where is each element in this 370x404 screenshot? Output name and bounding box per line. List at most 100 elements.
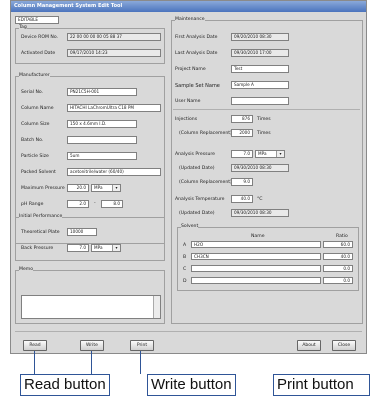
sample-set-field[interactable]: Sample A [231, 81, 289, 89]
injections-label: Injections [175, 117, 198, 122]
solvent-ratio-field[interactable]: 0.0 [323, 277, 353, 284]
activated-date-label: Activated Date [21, 51, 56, 56]
chevron-down-icon: ▾ [276, 151, 284, 157]
ph-separator: - [94, 201, 96, 206]
back-pressure-unit: MPa [94, 245, 103, 250]
solvent-ratio-field[interactable]: 40.0 [323, 253, 353, 260]
column-replacement-unit: Times [257, 131, 271, 136]
ph-from-field[interactable]: 2.0 [67, 200, 89, 208]
read-callout-line [34, 351, 35, 374]
solvent-ratio-field[interactable]: 60.0 [323, 241, 353, 248]
chevron-down-icon: ▾ [112, 185, 120, 191]
first-analysis-label: First Analysis Date [175, 35, 218, 40]
memo-textarea[interactable] [21, 295, 161, 319]
analysis-pressure-unit-select[interactable]: MPa ▾ [255, 150, 285, 158]
max-pressure-field[interactable]: 20.0 [67, 184, 89, 192]
bottom-divider [15, 331, 362, 332]
sample-set-label: Sample Set Name [175, 83, 220, 89]
analysis-temperature-label: Analysis Temperature [175, 197, 225, 202]
activated-date-field: 09/17/2010 14:23 [67, 49, 161, 57]
solvent-row-letter: D [183, 279, 187, 284]
solvent-ratio-field[interactable]: 0.0 [323, 265, 353, 272]
solvent-ratio-header: Ratio [336, 234, 348, 239]
about-button[interactable]: About [297, 340, 321, 351]
first-analysis-field: 09/20/2010 08:30 [231, 33, 289, 41]
memo-scrollbar[interactable] [153, 296, 160, 318]
tag-group-title: Tag [19, 25, 27, 30]
edit-tool-window: Column Management System Edit Tool EDITA… [10, 0, 367, 354]
close-button[interactable]: Close [332, 340, 356, 351]
write-button[interactable]: Write [80, 340, 104, 351]
serial-label: Serial No. [21, 90, 44, 95]
project-name-field[interactable]: Test [231, 65, 289, 73]
back-pressure-field[interactable]: 7.0 [67, 244, 89, 252]
injections-unit: Times [257, 117, 271, 122]
device-rom-label: Device ROM No. [21, 35, 59, 40]
pressure-column-replacement-label: (Column Replacement) [179, 180, 232, 185]
ph-to-field[interactable]: 8.0 [101, 200, 123, 208]
solvent-row-letter: B [183, 255, 187, 260]
maintenance-title: Maintenance [175, 17, 205, 22]
write-button-callout: Write button [147, 374, 236, 396]
batch-label: Batch No. [21, 138, 44, 143]
theoretical-plate-field[interactable]: 10000 [67, 228, 97, 236]
column-size-label: Column Size [21, 122, 50, 127]
solvent-name-header: Name [251, 234, 265, 239]
max-pressure-unit-select[interactable]: MPa ▾ [91, 184, 121, 192]
particle-size-field[interactable]: 5um [67, 152, 137, 160]
temperature-updated-label: (Updated Date) [179, 211, 215, 216]
device-rom-field: 22 00 00 00 00 05 88 37 [67, 33, 161, 41]
column-size-field[interactable]: 150 x 4.6mm I.D. [67, 120, 137, 128]
theoretical-plate-label: Theoretical Plate [21, 230, 60, 235]
column-replacement-field[interactable]: 2000 [231, 129, 253, 137]
column-name-field[interactable]: HITACHI LaChromUltra C18 PM [67, 104, 161, 112]
read-button[interactable]: Read [23, 340, 47, 351]
solvent-row-letter: A [183, 243, 187, 248]
project-name-label: Project Name [175, 67, 206, 72]
analysis-pressure-label: Analysis Pressure [175, 152, 216, 157]
user-name-field[interactable] [231, 97, 289, 105]
analysis-pressure-unit: MPa [258, 151, 267, 156]
chevron-down-icon: ▾ [112, 245, 120, 251]
back-pressure-label: Back Pressure [21, 246, 54, 251]
print-button-callout: Print button [273, 374, 370, 396]
column-name-label: Column Name [21, 106, 54, 111]
injections-field[interactable]: 876 [231, 115, 253, 123]
particle-size-label: Particle Size [21, 154, 49, 159]
user-name-label: User Name [175, 99, 201, 104]
solvent-name-field[interactable] [191, 277, 321, 284]
temperature-updated-field: 09/30/2010 08:30 [231, 209, 289, 217]
analysis-pressure-field[interactable]: 7.0 [231, 150, 253, 158]
read-button-callout: Read button [20, 374, 110, 396]
memo-title: Memo [19, 267, 34, 272]
print-callout-line [140, 351, 141, 374]
solvent-name-field[interactable]: CH3CN [191, 253, 321, 260]
solvent-row-letter: C [183, 267, 187, 272]
packed-solvent-label: Packed Solvent [21, 170, 56, 175]
print-button[interactable]: Print [130, 340, 154, 351]
manufacturer-group-title: Manufacturer [19, 73, 50, 78]
serial-field[interactable]: PN21C5H-001 [67, 88, 137, 96]
ph-range-label: pH Range [21, 202, 44, 207]
solvent-title: Solvent [181, 224, 199, 229]
last-analysis-field: 09/30/2010 17:00 [231, 49, 289, 57]
analysis-temperature-field[interactable]: 40.0 [231, 195, 253, 203]
back-pressure-unit-select[interactable]: MPa ▾ [91, 244, 121, 252]
max-pressure-label: Maximum Pressure [21, 186, 65, 191]
batch-field[interactable] [67, 136, 137, 144]
window-title: Column Management System Edit Tool [11, 1, 366, 12]
column-replacement-label: (Column Replacement) [179, 131, 232, 136]
maintenance-divider [173, 109, 360, 110]
pressure-column-replacement-field[interactable]: 9.0 [231, 178, 253, 186]
analysis-temperature-unit: °C [257, 197, 263, 202]
solvent-name-field[interactable] [191, 265, 321, 272]
initial-performance-title: Initial Performance [19, 214, 63, 219]
solvent-name-field[interactable]: H2O [191, 241, 321, 248]
pressure-updated-field: 09/30/2010 08:30 [231, 164, 289, 172]
packed-solvent-field[interactable]: acetonitrile/water (60/40) [67, 168, 161, 176]
max-pressure-unit: MPa [94, 185, 103, 190]
pressure-updated-label: (Updated Date) [179, 166, 215, 171]
write-callout-line [91, 351, 92, 374]
initial-performance-group [15, 217, 165, 261]
editable-field[interactable]: EDITABLE [15, 16, 59, 24]
